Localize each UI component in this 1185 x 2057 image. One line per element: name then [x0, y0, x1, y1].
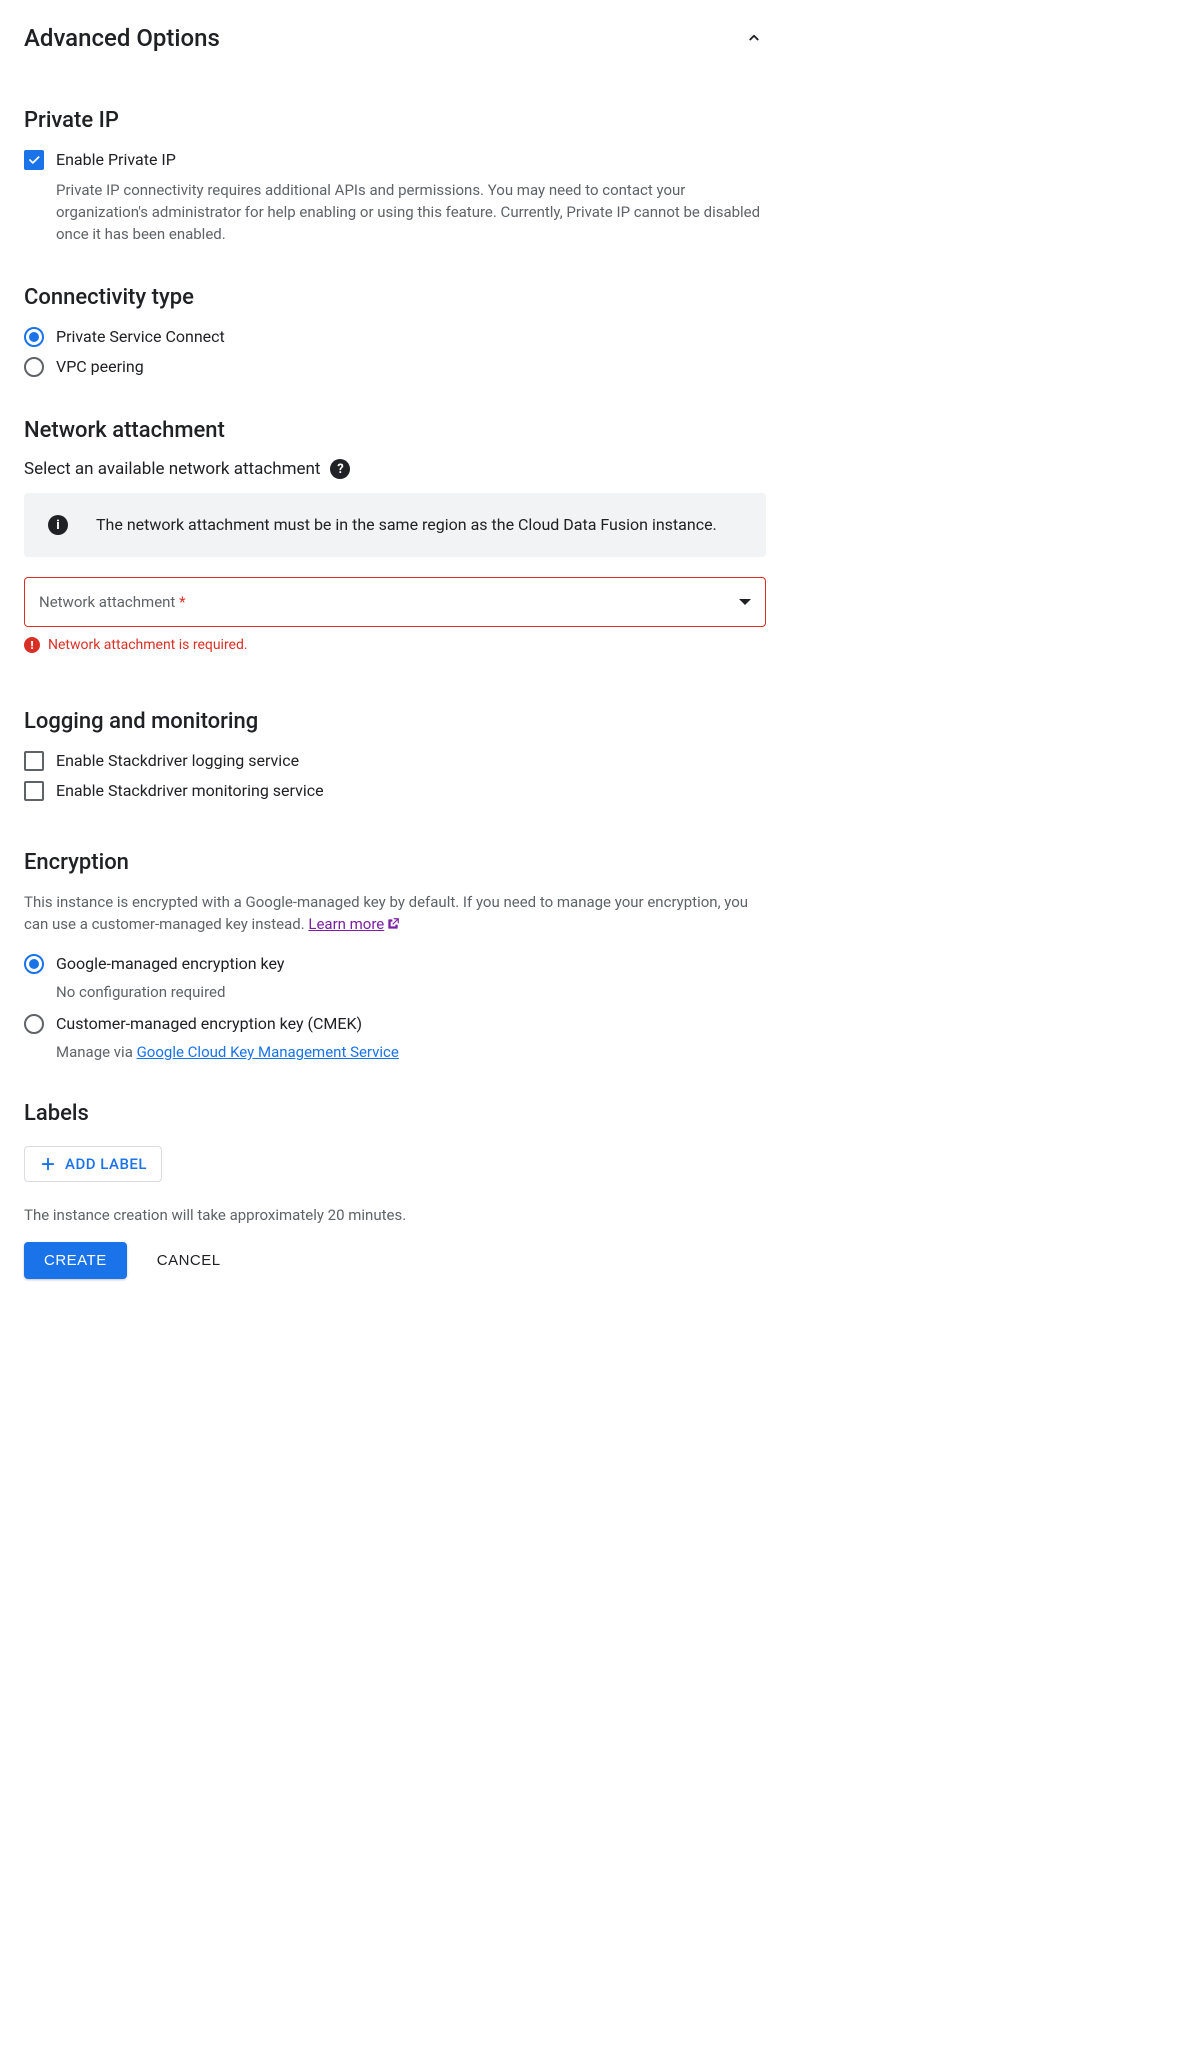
network-attachment-info-text: The network attachment must be in the sa…: [96, 513, 717, 537]
connectivity-label-psc: Private Service Connect: [56, 326, 225, 348]
stackdriver-logging-label: Enable Stackdriver logging service: [56, 750, 299, 772]
encryption-label-cmek: Customer-managed encryption key (CMEK): [56, 1013, 362, 1035]
advanced-options-header[interactable]: Advanced Options: [24, 24, 766, 52]
encryption-sub-cmek: Manage via Google Cloud Key Management S…: [56, 1043, 766, 1061]
connectivity-radio-vpc[interactable]: [24, 357, 44, 377]
cancel-button[interactable]: CANCEL: [151, 1251, 227, 1270]
stackdriver-monitoring-label: Enable Stackdriver monitoring service: [56, 780, 324, 802]
error-icon: !: [24, 637, 40, 653]
advanced-options-title: Advanced Options: [24, 24, 220, 52]
learn-more-link[interactable]: Learn more: [308, 915, 400, 933]
network-attachment-heading: Network attachment: [24, 418, 766, 443]
network-attachment-error: Network attachment is required.: [48, 637, 248, 653]
add-label-text: ADD LABEL: [65, 1155, 147, 1173]
add-label-button[interactable]: ADD LABEL: [24, 1146, 162, 1182]
encryption-sub-google: No configuration required: [56, 983, 766, 1001]
connectivity-heading: Connectivity type: [24, 285, 766, 310]
stackdriver-logging-checkbox[interactable]: [24, 751, 44, 771]
stackdriver-monitoring-checkbox[interactable]: [24, 781, 44, 801]
encryption-radio-cmek[interactable]: [24, 1014, 44, 1034]
info-icon: i: [48, 515, 68, 535]
encryption-heading: Encryption: [24, 850, 766, 875]
plus-icon: [39, 1155, 57, 1173]
connectivity-radio-psc[interactable]: [24, 327, 44, 347]
encryption-desc: This instance is encrypted with a Google…: [24, 891, 766, 935]
help-icon[interactable]: ?: [330, 459, 350, 479]
creation-note: The instance creation will take approxim…: [24, 1206, 766, 1224]
private-ip-desc: Private IP connectivity requires additio…: [56, 179, 766, 245]
encryption-radio-google[interactable]: [24, 954, 44, 974]
network-attachment-select-label: Network attachment *: [39, 593, 186, 611]
connectivity-label-vpc: VPC peering: [56, 356, 144, 378]
network-attachment-select[interactable]: Network attachment *: [24, 577, 766, 627]
chevron-up-icon: [742, 26, 766, 50]
network-attachment-hint: Select an available network attachment: [24, 459, 320, 479]
enable-private-ip-checkbox[interactable]: [24, 150, 44, 170]
enable-private-ip-label: Enable Private IP: [56, 149, 176, 171]
labels-heading: Labels: [24, 1101, 766, 1126]
private-ip-heading: Private IP: [24, 108, 766, 133]
network-attachment-info: i The network attachment must be in the …: [24, 493, 766, 557]
external-link-icon: [386, 917, 400, 931]
create-button[interactable]: CREATE: [24, 1242, 127, 1279]
caret-down-icon: [739, 599, 751, 605]
logging-heading: Logging and monitoring: [24, 709, 766, 734]
encryption-label-google: Google-managed encryption key: [56, 953, 284, 975]
kms-link[interactable]: Google Cloud Key Management Service: [137, 1043, 399, 1061]
